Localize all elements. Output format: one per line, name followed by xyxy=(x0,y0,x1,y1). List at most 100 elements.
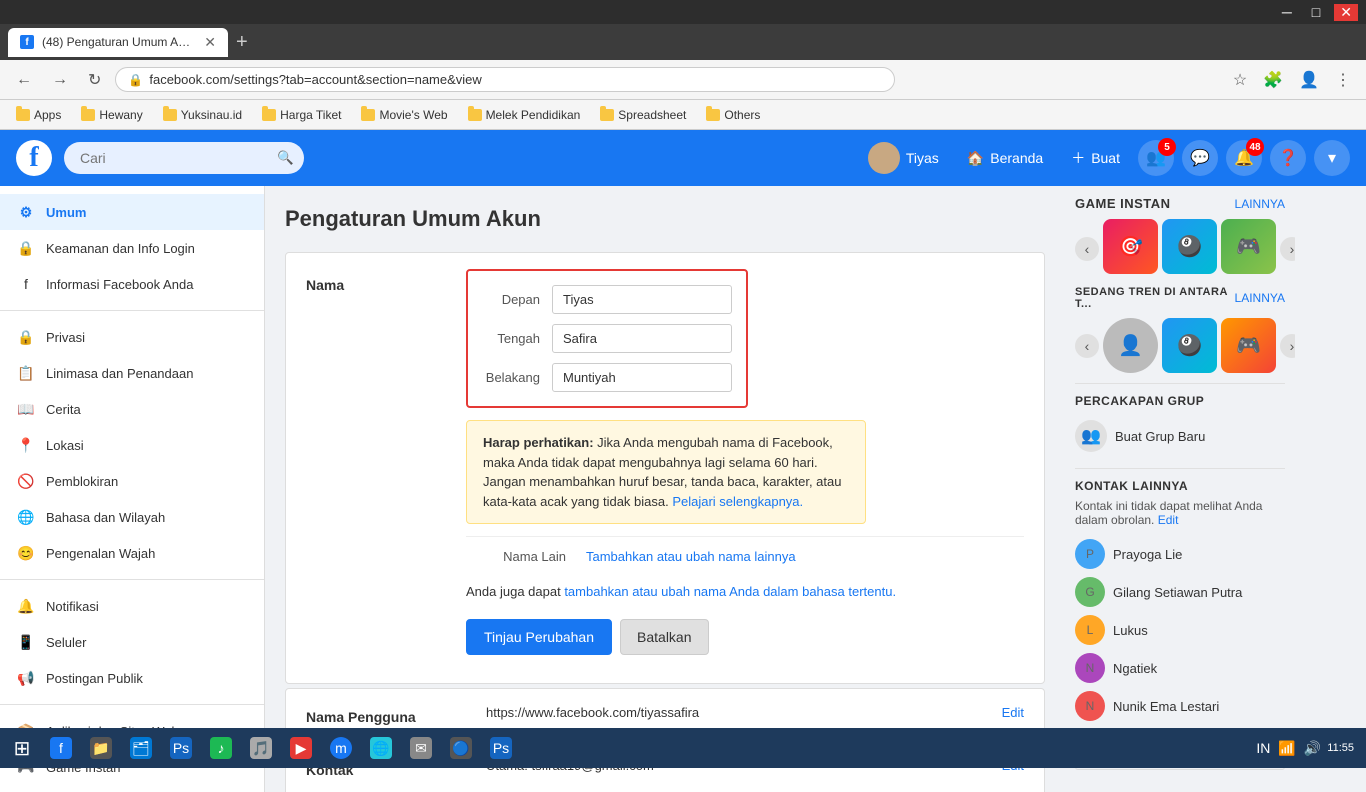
start-button[interactable]: ⊞ xyxy=(4,730,40,766)
sidebar-item-privasi[interactable]: 🔒 Privasi xyxy=(0,319,264,355)
url-input[interactable] xyxy=(149,72,882,87)
game-next-button[interactable]: › xyxy=(1280,237,1295,261)
game-thumb-1[interactable]: 🎯 xyxy=(1103,219,1158,274)
sidebar-item-bahasa[interactable]: 🌐 Bahasa dan Wilayah xyxy=(0,499,264,535)
taskbar-item-6[interactable]: 🎵 xyxy=(242,731,280,765)
fb-header: f 🔍 Tiyas 🏠 Beranda ＋ Buat 👥 5 💬 🔔 48 ❓ … xyxy=(0,130,1366,186)
taskbar-item-1[interactable]: f xyxy=(42,731,80,765)
game-prev-button[interactable]: ‹ xyxy=(1075,237,1099,261)
settings-menu-button[interactable]: ⋮ xyxy=(1330,68,1356,92)
contact-prayoga[interactable]: P Prayoga Lie xyxy=(1075,535,1285,573)
new-group-button[interactable]: 👥 Buat Grup Baru xyxy=(1075,414,1285,458)
sidebar-item-umum[interactable]: ⚙ Umum xyxy=(0,194,264,230)
fb-search-button[interactable]: 🔍 xyxy=(277,150,294,166)
bookmark-label: Hewany xyxy=(99,108,142,122)
other-name-link[interactable]: Tambahkan atau ubah nama lainnya xyxy=(586,549,796,564)
taskbar-item-5[interactable]: ♪ xyxy=(202,731,240,765)
bookmark-star-button[interactable]: ☆ xyxy=(1228,68,1252,92)
fb-logo: f xyxy=(16,140,52,176)
review-button[interactable]: Tinjau Perubahan xyxy=(466,619,612,655)
taskbar-item-4[interactable]: Ps xyxy=(162,731,200,765)
fb-nav-user[interactable]: Tiyas xyxy=(858,136,949,180)
group-chat-title: PERCAKAPAN GRUP xyxy=(1075,394,1285,408)
chevron-down-button[interactable]: ▾ xyxy=(1314,140,1350,176)
fb-nav-create[interactable]: ＋ Buat xyxy=(1061,142,1130,174)
fb-nav-home[interactable]: 🏠 Beranda xyxy=(957,144,1053,173)
sidebar-item-integrasi[interactable]: 🔗 Integrasi Bisnis xyxy=(0,785,264,792)
contact-lukus[interactable]: L Lukus xyxy=(1075,611,1285,649)
bookmark-yuksinau[interactable]: Yuksinau.id xyxy=(155,106,250,124)
taskbar-item-12[interactable]: Ps xyxy=(482,731,520,765)
sidebar-label: Pemblokiran xyxy=(46,474,118,489)
taskbar-item-3[interactable]: 🗂 xyxy=(122,731,160,765)
create-icon: ＋ xyxy=(1071,148,1085,168)
game-lainnya-link[interactable]: LAINNYA xyxy=(1235,197,1285,211)
trend-thumb-2[interactable]: 🎱 xyxy=(1162,318,1217,373)
language-link[interactable]: tambahkan atau ubah nama Anda dalam baha… xyxy=(564,584,896,599)
new-tab-button[interactable]: + xyxy=(236,31,248,54)
trend-thumb-1[interactable]: 👤 xyxy=(1103,318,1158,373)
close-button[interactable]: ✕ xyxy=(1334,4,1358,21)
last-name-input[interactable] xyxy=(552,363,732,392)
bookmark-spreadsheet[interactable]: Spreadsheet xyxy=(592,106,694,124)
refresh-button[interactable]: ↻ xyxy=(82,68,107,92)
minimize-button[interactable]: ─ xyxy=(1276,4,1298,20)
back-button[interactable]: ← xyxy=(10,69,38,91)
warning-link[interactable]: Pelajari selengkapnya. xyxy=(672,494,803,509)
game-thumb-2[interactable]: 🎱 xyxy=(1162,219,1217,274)
taskbar-item-9[interactable]: 🌐 xyxy=(362,731,400,765)
help-button[interactable]: ❓ xyxy=(1270,140,1306,176)
contact-note: Kontak ini tidak dapat melihat Anda dala… xyxy=(1075,499,1285,527)
sidebar-item-cerita[interactable]: 📖 Cerita xyxy=(0,391,264,427)
trend-thumb-3[interactable]: 🎮 xyxy=(1221,318,1276,373)
bookmark-melek-pendidikan[interactable]: Melek Pendidikan xyxy=(460,106,589,124)
folder-icon xyxy=(262,109,276,121)
sidebar-item-informasi-fb[interactable]: f Informasi Facebook Anda xyxy=(0,266,264,302)
taskbar-item-11[interactable]: 🔵 xyxy=(442,731,480,765)
bookmark-apps[interactable]: Apps xyxy=(8,106,69,124)
bookmark-hewany[interactable]: Hewany xyxy=(73,106,150,124)
first-name-input[interactable] xyxy=(552,285,732,314)
tab-title: (48) Pengaturan Umum Akun xyxy=(42,35,192,49)
taskbar-item-7[interactable]: ▶ xyxy=(282,731,320,765)
trend-next-button[interactable]: › xyxy=(1280,334,1295,358)
extensions-button[interactable]: 🧩 xyxy=(1258,68,1288,92)
volume-icon: 🔊 xyxy=(1302,738,1323,759)
sidebar-item-keamanan[interactable]: 🔒 Keamanan dan Info Login xyxy=(0,230,264,266)
trend-prev-button[interactable]: ‹ xyxy=(1075,334,1099,358)
sidebar-item-postingan-publik[interactable]: 📢 Postingan Publik xyxy=(0,660,264,696)
game-thumb-3[interactable]: 🎮 xyxy=(1221,219,1276,274)
contact-name: Prayoga Lie xyxy=(1113,547,1182,562)
sidebar-item-lokasi[interactable]: 📍 Lokasi xyxy=(0,427,264,463)
fb-search-input[interactable] xyxy=(64,142,304,174)
cancel-button[interactable]: Batalkan xyxy=(620,619,708,655)
maximize-button[interactable]: □ xyxy=(1306,4,1326,20)
taskbar-item-10[interactable]: ✉ xyxy=(402,731,440,765)
bookmark-others[interactable]: Others xyxy=(698,106,768,124)
contact-nunik[interactable]: N Nunik Ema Lestari xyxy=(1075,687,1285,725)
bookmark-harga-tiket[interactable]: Harga Tiket xyxy=(254,106,349,124)
notifications-button[interactable]: 🔔 48 xyxy=(1226,140,1262,176)
sidebar-label: Privasi xyxy=(46,330,85,345)
bookmark-movies-web[interactable]: Movie's Web xyxy=(353,106,455,124)
sidebar-item-linimasa[interactable]: 📋 Linimasa dan Penandaan xyxy=(0,355,264,391)
profile-button[interactable]: 👤 xyxy=(1294,68,1324,92)
browser-tab[interactable]: f (48) Pengaturan Umum Akun ✕ xyxy=(8,28,228,57)
sidebar-item-pemblokiran[interactable]: 🚫 Pemblokiran xyxy=(0,463,264,499)
contact-gilang[interactable]: G Gilang Setiawan Putra xyxy=(1075,573,1285,611)
taskbar-item-2[interactable]: 📁 xyxy=(82,731,120,765)
middle-name-input[interactable] xyxy=(552,324,732,353)
messenger-button[interactable]: 💬 xyxy=(1182,140,1218,176)
forward-button[interactable]: → xyxy=(46,69,74,91)
contact-ngatiek[interactable]: N Ngatiek xyxy=(1075,649,1285,687)
sidebar-item-pengenalan-wajah[interactable]: 😊 Pengenalan Wajah xyxy=(0,535,264,571)
username-edit-link[interactable]: Edit xyxy=(1002,705,1024,720)
folder-icon xyxy=(706,109,720,121)
taskbar-item-8[interactable]: m xyxy=(322,731,360,765)
trend-lainnya-link[interactable]: LAINNYA xyxy=(1235,291,1285,305)
tab-close-button[interactable]: ✕ xyxy=(204,34,216,51)
sidebar-item-notifikasi[interactable]: 🔔 Notifikasi xyxy=(0,588,264,624)
contact-note-edit-link[interactable]: Edit xyxy=(1158,513,1179,527)
friends-button[interactable]: 👥 5 xyxy=(1138,140,1174,176)
sidebar-item-seluler[interactable]: 📱 Seluler xyxy=(0,624,264,660)
